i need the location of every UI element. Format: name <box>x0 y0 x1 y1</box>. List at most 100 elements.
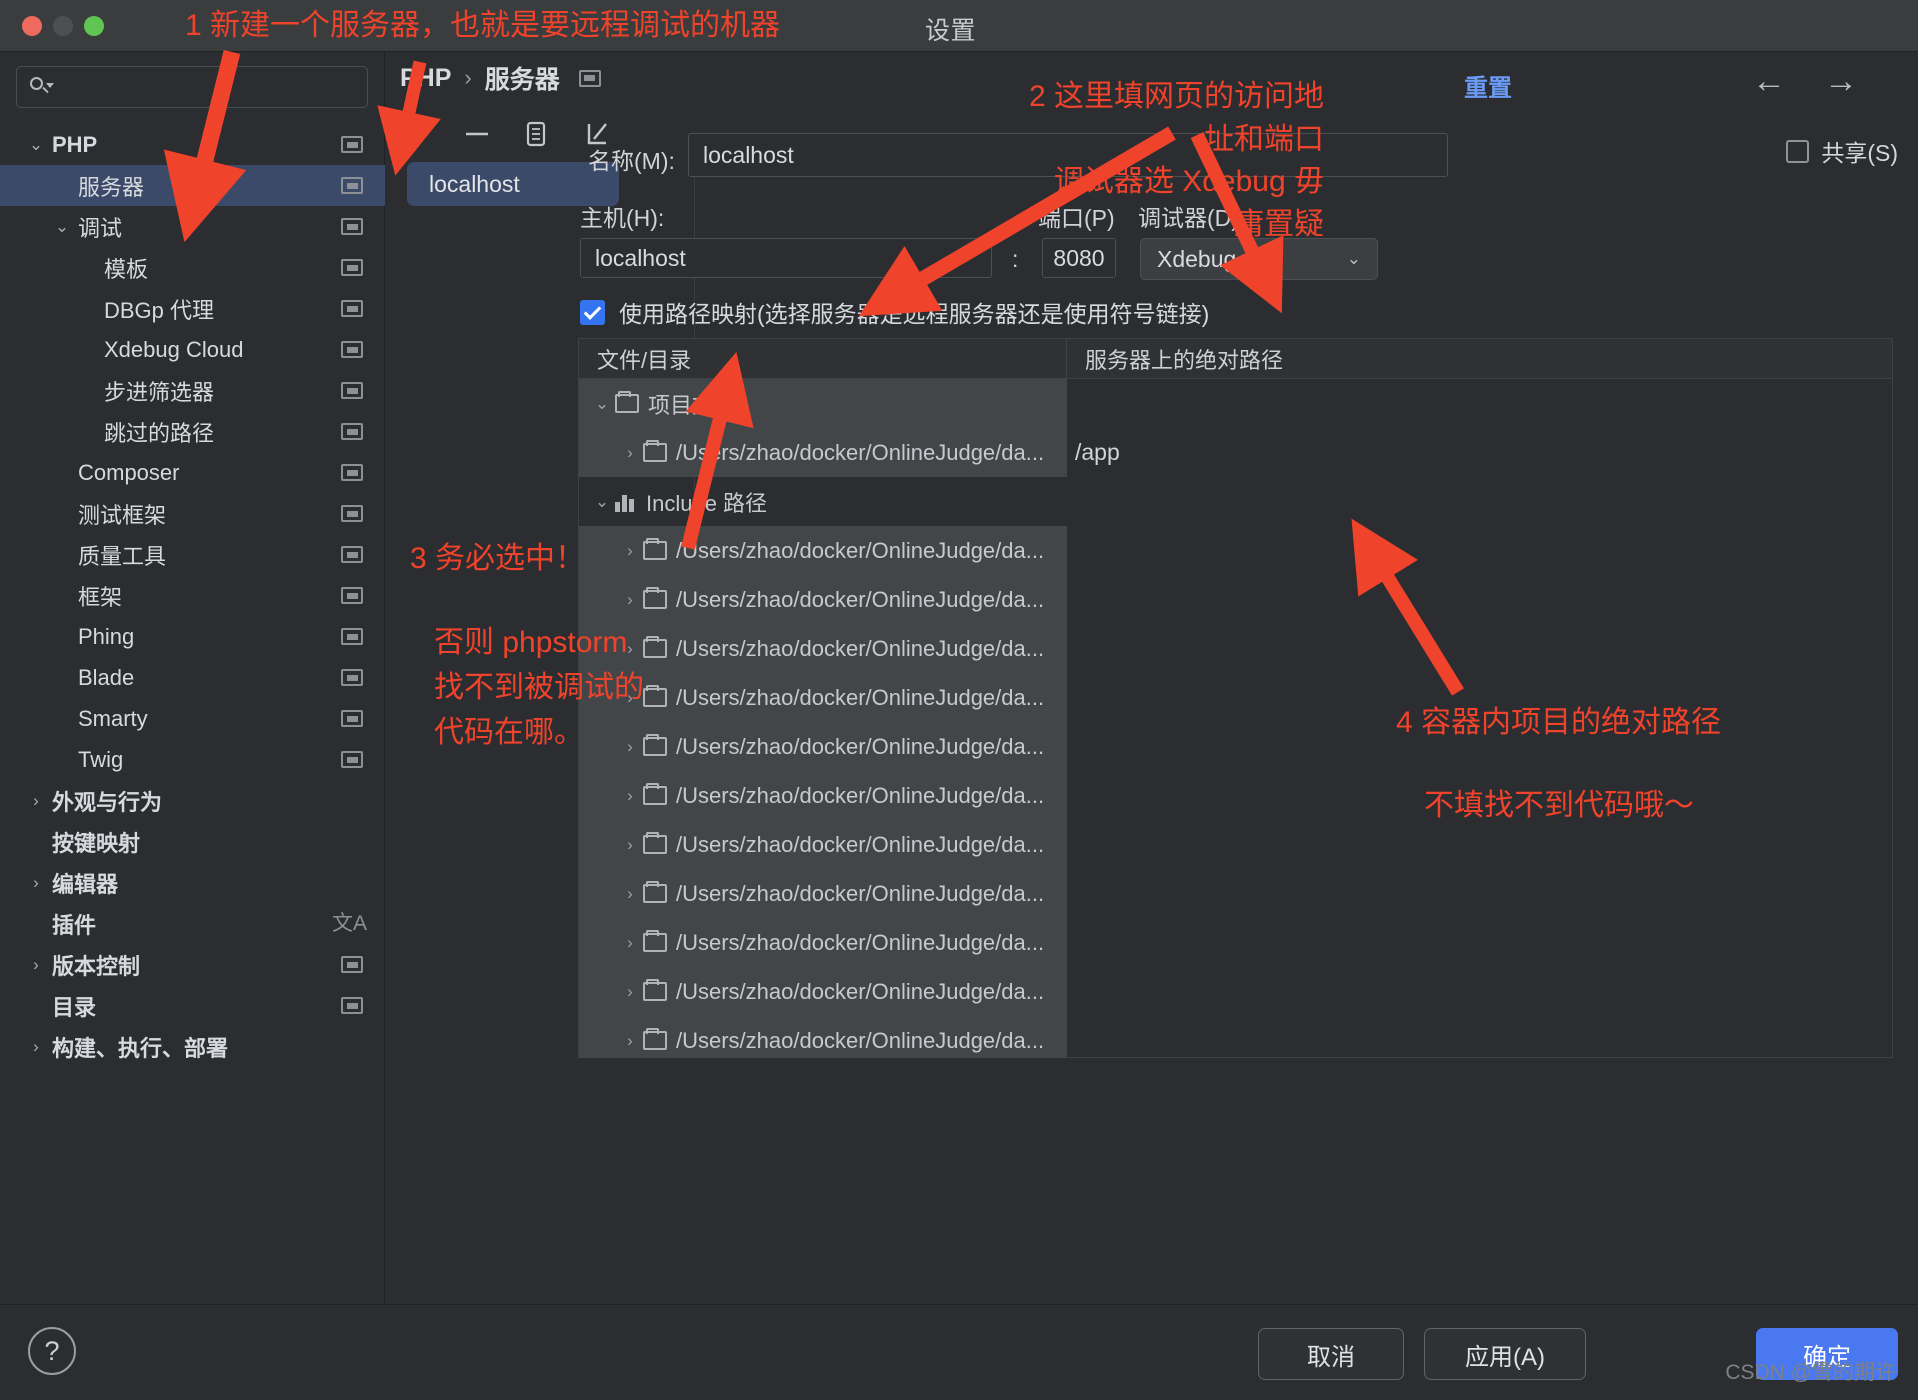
cell-server-path[interactable] <box>1067 673 1892 722</box>
chevron-right-icon[interactable]: › <box>617 933 643 953</box>
chevron-right-icon[interactable]: › <box>617 1031 643 1051</box>
sidebar-item-label: Xdebug Cloud <box>104 336 244 362</box>
sidebar-item-12[interactable]: Phing <box>0 616 385 657</box>
sidebar-item-6[interactable]: 步进筛选器 <box>0 370 385 411</box>
cell-server-path[interactable]: /app <box>1067 428 1892 477</box>
table-row[interactable]: › /Users/zhao/docker/OnlineJudge/da... /ap… <box>579 428 1892 477</box>
reset-link[interactable]: 重置 <box>1464 68 1512 103</box>
chevron-right-icon[interactable]: › <box>26 956 46 973</box>
sidebar-item-17[interactable]: 按键映射 <box>0 821 385 862</box>
help-button[interactable]: ? <box>28 1327 76 1375</box>
sidebar-item-18[interactable]: › 编辑器 <box>0 862 385 903</box>
table-row[interactable]: › /Users/zhao/docker/OnlineJudge/da... <box>579 820 1892 869</box>
search-box[interactable] <box>16 66 368 108</box>
cell-server-path[interactable] <box>1067 820 1892 869</box>
debugger-select[interactable]: Xdebug ⌄ <box>1140 238 1378 280</box>
minimize-window-button[interactable] <box>53 15 73 36</box>
sidebar-item-15[interactable]: Twig <box>0 739 385 780</box>
chevron-right-icon[interactable]: › <box>617 688 643 708</box>
column-header-server-path[interactable]: 服务器上的绝对路径 <box>1067 339 1892 378</box>
cell-server-path[interactable] <box>1067 575 1892 624</box>
table-row[interactable]: ⌄ 项目文件 <box>579 379 1892 428</box>
cell-server-path[interactable] <box>1067 379 1892 428</box>
host-field[interactable]: localhost <box>580 238 992 278</box>
cell-server-path[interactable] <box>1067 526 1892 575</box>
path-mapping-checkbox[interactable] <box>580 299 605 325</box>
breadcrumb-root[interactable]: PHP <box>400 64 451 93</box>
table-row[interactable]: › /Users/zhao/docker/OnlineJudge/da... <box>579 673 1892 722</box>
sidebar-item-21[interactable]: 目录 <box>0 985 385 1026</box>
remove-server-button[interactable] <box>460 117 494 151</box>
zoom-window-button[interactable] <box>84 15 104 36</box>
chevron-right-icon[interactable]: › <box>26 1038 46 1055</box>
copy-server-button[interactable] <box>520 117 554 151</box>
apply-button[interactable]: 应用(A) <box>1424 1328 1586 1380</box>
sidebar-item-16[interactable]: › 外观与行为 <box>0 780 385 821</box>
sidebar-item-20[interactable]: › 版本控制 <box>0 944 385 985</box>
cell-server-path[interactable] <box>1067 918 1892 967</box>
sidebar-item-1[interactable]: 服务器 <box>0 165 385 206</box>
table-row[interactable]: › /Users/zhao/docker/OnlineJudge/da... <box>579 771 1892 820</box>
chevron-right-icon[interactable]: › <box>617 590 643 610</box>
sidebar-item-8[interactable]: Composer <box>0 452 385 493</box>
forward-button[interactable]: → <box>1824 64 1858 98</box>
search-input[interactable] <box>51 76 367 98</box>
cell-server-path[interactable] <box>1067 1016 1892 1058</box>
port-field[interactable]: 8080 <box>1042 238 1116 278</box>
chevron-right-icon[interactable]: › <box>617 835 643 855</box>
cell-server-path[interactable] <box>1067 869 1892 918</box>
close-window-button[interactable] <box>22 15 42 36</box>
table-row[interactable]: › /Users/zhao/docker/OnlineJudge/da... <box>579 918 1892 967</box>
sidebar-item-2[interactable]: ⌄ 调试 <box>0 206 385 247</box>
settings-indicator-icon <box>341 546 363 563</box>
share-checkbox[interactable] <box>1786 139 1810 163</box>
table-row[interactable]: › /Users/zhao/docker/OnlineJudge/da... <box>579 624 1892 673</box>
sidebar-item-11[interactable]: 框架 <box>0 575 385 616</box>
chevron-down-icon[interactable]: ⌄ <box>52 218 72 235</box>
chevron-right-icon[interactable]: › <box>617 541 643 561</box>
sidebar-item-22[interactable]: › 构建、执行、部署 <box>0 1026 385 1067</box>
table-row[interactable]: › /Users/zhao/docker/OnlineJudge/da... <box>579 575 1892 624</box>
cell-server-path[interactable] <box>1067 967 1892 1016</box>
chevron-right-icon[interactable]: › <box>617 786 643 806</box>
chevron-right-icon[interactable]: › <box>26 874 46 891</box>
add-server-button[interactable] <box>400 117 434 151</box>
table-row[interactable]: › /Users/zhao/docker/OnlineJudge/da... <box>579 967 1892 1016</box>
chevron-down-icon[interactable]: ⌄ <box>589 394 615 414</box>
chevron-down-icon[interactable]: ⌄ <box>589 492 615 512</box>
table-row[interactable]: › /Users/zhao/docker/OnlineJudge/da... <box>579 1016 1892 1058</box>
name-field[interactable]: localhost <box>688 133 1448 177</box>
chevron-down-icon[interactable]: ⌄ <box>26 136 46 153</box>
sidebar-item-19[interactable]: 插件 文A <box>0 903 385 944</box>
sidebar-item-10[interactable]: 质量工具 <box>0 534 385 575</box>
sidebar-item-7[interactable]: 跳过的路径 <box>0 411 385 452</box>
chevron-right-icon[interactable]: › <box>617 639 643 659</box>
sidebar-item-0[interactable]: ⌄ PHP <box>0 124 385 165</box>
chevron-right-icon[interactable]: › <box>26 792 46 809</box>
cancel-button[interactable]: 取消 <box>1258 1328 1404 1380</box>
column-header-file[interactable]: 文件/目录 <box>579 339 1067 378</box>
table-row[interactable]: › /Users/zhao/docker/OnlineJudge/da... <box>579 722 1892 771</box>
chevron-right-icon[interactable]: › <box>617 443 643 463</box>
chevron-right-icon[interactable]: › <box>617 982 643 1002</box>
table-row[interactable]: › /Users/zhao/docker/OnlineJudge/da... <box>579 526 1892 575</box>
chevron-right-icon[interactable]: › <box>617 737 643 757</box>
back-button[interactable]: ← <box>1752 64 1786 98</box>
sidebar-item-13[interactable]: Blade <box>0 657 385 698</box>
table-row[interactable]: ⌄ Include 路径 <box>579 477 1892 526</box>
share-checkbox-row[interactable]: 共享(S) <box>1786 134 1898 168</box>
cell-server-path[interactable] <box>1067 771 1892 820</box>
chevron-right-icon[interactable]: › <box>617 884 643 904</box>
cell-server-path[interactable] <box>1067 722 1892 771</box>
path-mapping-checkbox-row[interactable]: 使用路径映射(选择服务器是远程服务器还是使用符号链接) <box>580 295 1209 329</box>
settings-indicator-icon <box>341 177 363 194</box>
sidebar-item-5[interactable]: Xdebug Cloud <box>0 329 385 370</box>
sidebar-item-9[interactable]: 测试框架 <box>0 493 385 534</box>
sidebar-item-3[interactable]: 模板 <box>0 247 385 288</box>
table-row[interactable]: › /Users/zhao/docker/OnlineJudge/da... <box>579 869 1892 918</box>
sidebar-item-14[interactable]: Smarty <box>0 698 385 739</box>
settings-indicator-icon <box>341 710 363 727</box>
cell-server-path[interactable] <box>1067 477 1892 526</box>
sidebar-item-4[interactable]: DBGp 代理 <box>0 288 385 329</box>
cell-server-path[interactable] <box>1067 624 1892 673</box>
